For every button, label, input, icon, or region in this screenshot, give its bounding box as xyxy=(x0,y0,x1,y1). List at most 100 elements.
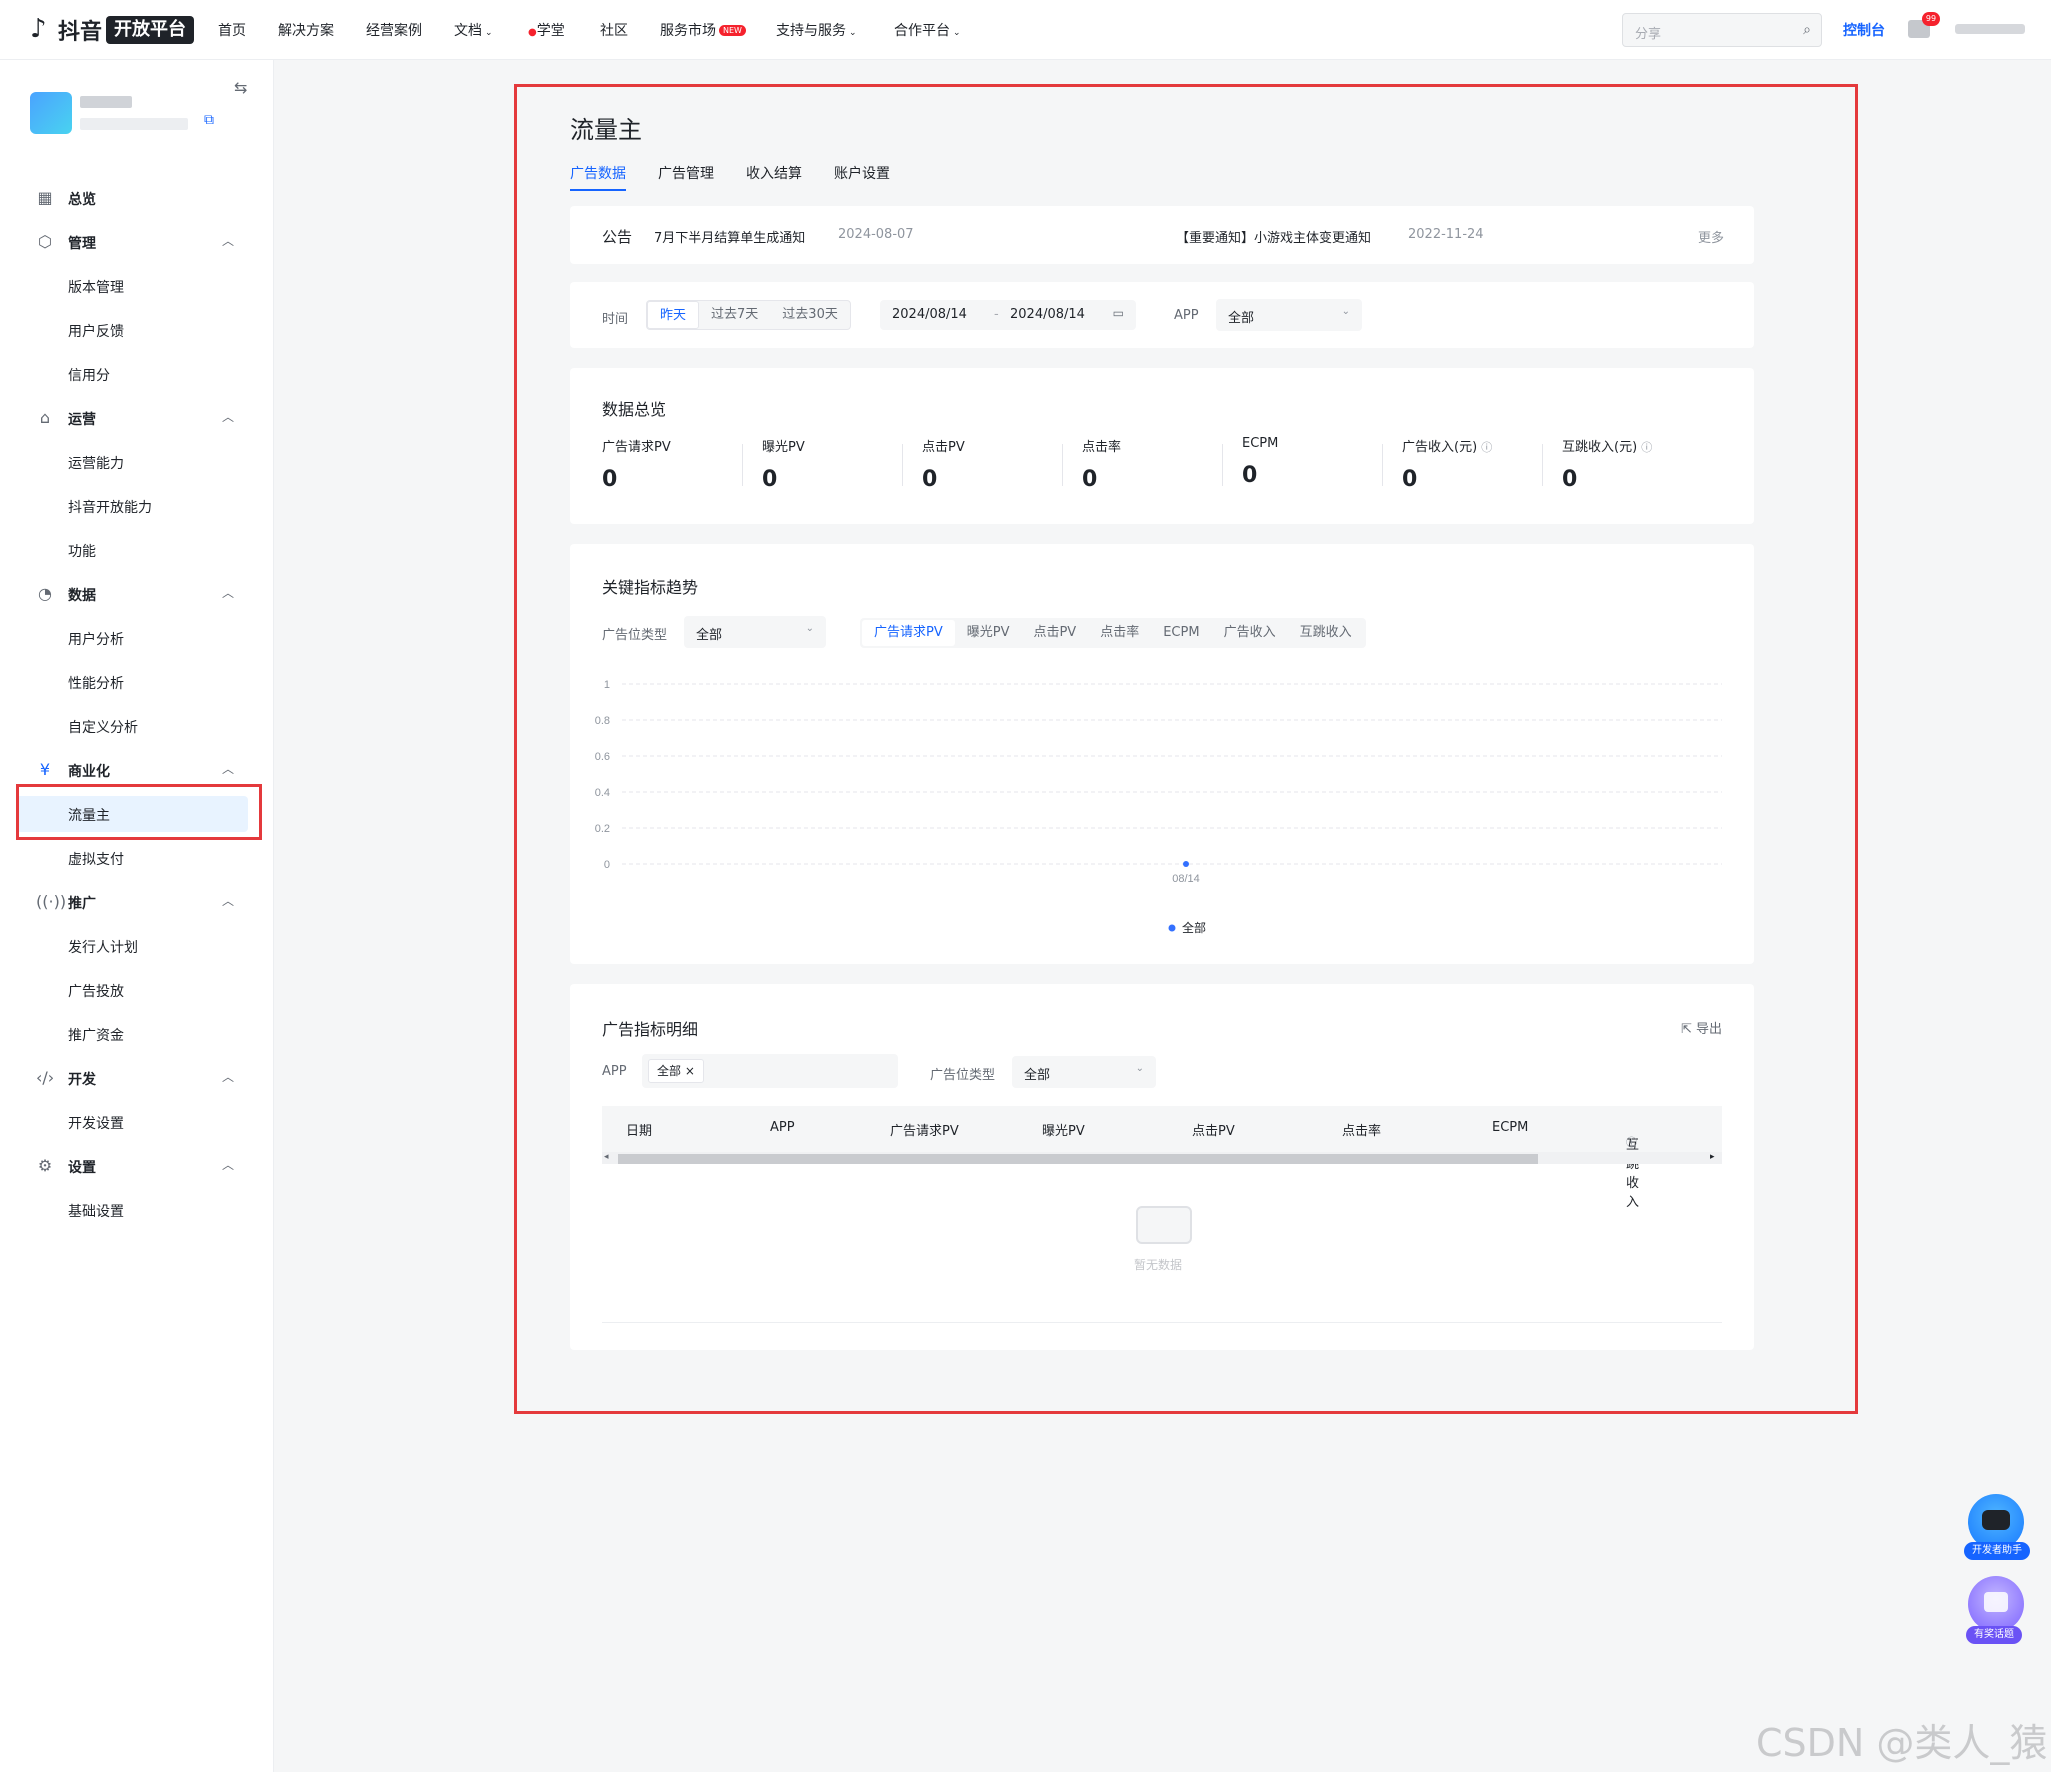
chevron-up-icon: ︿ xyxy=(222,586,235,600)
sidebar-item-label: 自定义分析 xyxy=(68,720,138,736)
sidebar-group-label: 商业化 xyxy=(68,764,110,780)
chevron-up-icon: ︿ xyxy=(222,410,235,424)
sidebar-item-label: 抖音开放能力 xyxy=(68,500,152,516)
robot-icon xyxy=(1982,1510,2010,1530)
sidebar-item-perf-analysis[interactable]: 性能分析 xyxy=(16,664,248,700)
dev-assistant-label[interactable]: 开发者助手 xyxy=(1964,1542,2030,1560)
console-link[interactable]: 控制台 xyxy=(1843,20,1885,40)
sidebar-item-label: 用户分析 xyxy=(68,632,124,648)
logo-badge[interactable]: 开放平台 xyxy=(106,16,194,44)
chevron-up-icon: ︿ xyxy=(222,762,235,776)
nav-partner[interactable]: 合作平台 ⌄ xyxy=(894,20,961,40)
sidebar-item-promo-fund[interactable]: 推广资金 xyxy=(16,1016,248,1052)
search-placeholder: 分享 xyxy=(1635,27,1662,42)
chevron-up-icon: ︿ xyxy=(222,234,235,248)
sidebar-item-label: 功能 xyxy=(68,544,96,560)
nav-academy-label: 学堂 xyxy=(536,23,565,39)
chevron-up-icon: ︿ xyxy=(222,1158,235,1172)
sidebar-item-dev-settings[interactable]: 开发设置 xyxy=(16,1104,248,1140)
sidebar-item-function[interactable]: 功能 xyxy=(16,532,248,568)
sidebar-item-label: 用户反馈 xyxy=(68,324,124,340)
user-name-blurred[interactable] xyxy=(1955,24,2025,34)
sidebar-item-label: 基础设置 xyxy=(68,1204,124,1220)
sidebar-item-label: 发行人计划 xyxy=(68,940,138,956)
chevron-down-icon: ⌄ xyxy=(485,28,493,38)
nav-market[interactable]: 服务市场 NEW xyxy=(660,20,746,40)
sidebar-group-label: 总览 xyxy=(68,192,96,208)
nav-solutions[interactable]: 解决方案 xyxy=(278,20,334,40)
sidebar-item-label: 信用分 xyxy=(68,368,110,384)
topic-label[interactable]: 有奖话题 xyxy=(1966,1626,2022,1644)
copy-icon[interactable]: ⧉ xyxy=(204,112,214,128)
nav-cases[interactable]: 经营案例 xyxy=(366,20,422,40)
top-navbar: ♪ 抖音 开放平台 首页 解决方案 经营案例 文档 ⌄ ●学堂 社区 服务市场 NE… xyxy=(0,0,2051,60)
sidebar-item-label: 虚拟支付 xyxy=(68,852,124,868)
gear-icon: ⚙ xyxy=(37,1156,53,1175)
sidebar-group-operation[interactable]: ⌂ 运营 ︿ xyxy=(0,398,274,438)
sidebar-item-label: 性能分析 xyxy=(68,676,124,692)
sidebar-group-label: 数据 xyxy=(68,588,96,604)
nav-partner-label: 合作平台 xyxy=(894,23,950,39)
sidebar-item-credit[interactable]: 信用分 xyxy=(16,356,248,392)
sidebar-item-label: 运营能力 xyxy=(68,456,124,472)
sidebar: ⧉ ⇆ ▦ 总览 ⬡ 管理 ︿ 版本管理 用户反馈 信用分 ⌂ 运营 ︿ 运营能… xyxy=(0,60,274,1772)
cube-icon: ⬡ xyxy=(38,232,52,251)
logo-text[interactable]: 抖音 xyxy=(58,14,102,46)
sidebar-group-promotion[interactable]: ((·)) 推广 ︿ xyxy=(0,882,274,922)
search-input[interactable]: 分享 ⌕ xyxy=(1622,13,1822,47)
nav-support[interactable]: 支持与服务 ⌄ xyxy=(776,20,857,40)
sidebar-item-feedback[interactable]: 用户反馈 xyxy=(16,312,248,348)
switch-app-icon[interactable]: ⇆ xyxy=(234,78,247,97)
grid-icon: ▦ xyxy=(37,188,53,207)
nav-support-label: 支持与服务 xyxy=(776,23,846,39)
chat-icon xyxy=(1984,1592,2008,1612)
sidebar-group-label: 管理 xyxy=(68,236,96,252)
sidebar-group-label: 开发 xyxy=(68,1072,96,1088)
fire-icon: ● xyxy=(528,27,537,38)
sidebar-group-overview[interactable]: ▦ 总览 xyxy=(0,178,274,218)
sidebar-item-op-ability[interactable]: 运营能力 xyxy=(16,444,248,480)
sidebar-group-develop[interactable]: ‹/› 开发 ︿ xyxy=(0,1058,274,1098)
nav-docs-label: 文档 xyxy=(454,23,482,39)
nav-docs[interactable]: 文档 ⌄ xyxy=(454,20,493,40)
sidebar-item-douyin-open[interactable]: 抖音开放能力 xyxy=(16,488,248,524)
chevron-down-icon: ⌄ xyxy=(953,28,961,38)
new-badge: NEW xyxy=(719,25,746,36)
sidebar-item-basic-settings[interactable]: 基础设置 xyxy=(16,1192,248,1228)
sidebar-item-label: 推广资金 xyxy=(68,1028,124,1044)
nav-academy[interactable]: ●学堂 xyxy=(528,20,565,40)
sidebar-group-label: 推广 xyxy=(68,896,96,912)
sidebar-group-label: 设置 xyxy=(68,1160,96,1176)
code-icon: ‹/› xyxy=(36,1068,55,1087)
sidebar-item-ad-delivery[interactable]: 广告投放 xyxy=(16,972,248,1008)
sidebar-group-label: 运营 xyxy=(68,412,96,428)
yuan-icon: ¥ xyxy=(39,760,51,779)
broadcast-icon: ((·)) xyxy=(36,892,67,911)
nav-market-label: 服务市场 xyxy=(660,23,716,39)
sidebar-item-version[interactable]: 版本管理 xyxy=(16,268,248,304)
sidebar-group-manage[interactable]: ⬡ 管理 ︿ xyxy=(0,222,274,262)
sidebar-item-label: 广告投放 xyxy=(68,984,124,1000)
chevron-up-icon: ︿ xyxy=(222,1070,235,1084)
message-badge: 99 xyxy=(1922,12,1940,26)
operation-icon: ⌂ xyxy=(39,408,51,427)
app-name-blurred xyxy=(80,96,132,108)
app-id-blurred xyxy=(80,118,188,130)
topic-button[interactable] xyxy=(1968,1576,2024,1632)
sidebar-item-user-analysis[interactable]: 用户分析 xyxy=(16,620,248,656)
sidebar-item-label: 版本管理 xyxy=(68,280,124,296)
watermark: CSDN @类人_猿 xyxy=(1756,1721,2048,1765)
sidebar-group-settings[interactable]: ⚙ 设置 ︿ xyxy=(0,1146,274,1186)
nav-community[interactable]: 社区 xyxy=(600,20,628,40)
app-avatar xyxy=(30,92,72,134)
chevron-up-icon: ︿ xyxy=(222,894,235,908)
sidebar-item-virtual-pay[interactable]: 虚拟支付 xyxy=(16,840,248,876)
douyin-logo-icon[interactable]: ♪ xyxy=(30,14,47,44)
search-icon[interactable]: ⌕ xyxy=(1803,22,1811,38)
sidebar-item-publisher-plan[interactable]: 发行人计划 xyxy=(16,928,248,964)
sidebar-item-custom-analysis[interactable]: 自定义分析 xyxy=(16,708,248,744)
nav-home[interactable]: 首页 xyxy=(218,20,246,40)
highlight-box-sidebar xyxy=(16,784,262,840)
highlight-box-main xyxy=(514,84,1858,1414)
sidebar-group-data[interactable]: ◔ 数据 ︿ xyxy=(0,574,274,614)
